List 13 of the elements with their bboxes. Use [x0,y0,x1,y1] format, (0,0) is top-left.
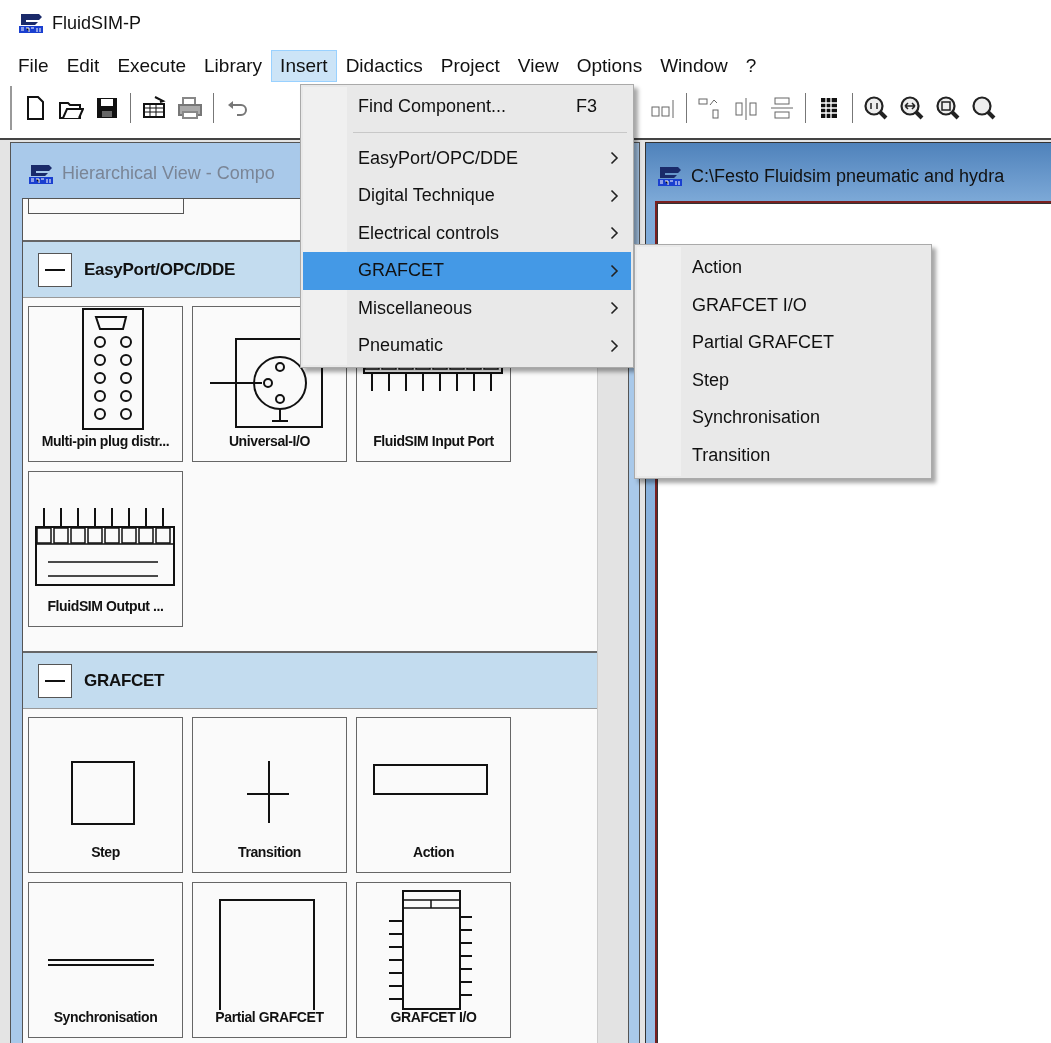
component-label: GRAFCET I/O [390,1009,477,1025]
component-label: Synchronisation [53,1009,158,1025]
window-title: Hierarchical View - Compo [62,163,275,184]
component-label: FluidSIM Input Port [373,433,494,449]
component-label: FluidSIM Output ... [47,598,164,614]
component-label: Step [91,844,120,860]
window-title: C:\Festo Fluidsim pneumatic and hydra [691,165,1005,187]
component-label: Transition [238,844,301,860]
component-label: Partial GRAFCET [215,1009,324,1025]
component-label: Action [412,844,455,860]
app-title: FluidSIM-P [52,12,141,34]
component-label: Universal-I/O [228,433,311,449]
component-label: Multi-pin plug distr... [41,433,170,449]
